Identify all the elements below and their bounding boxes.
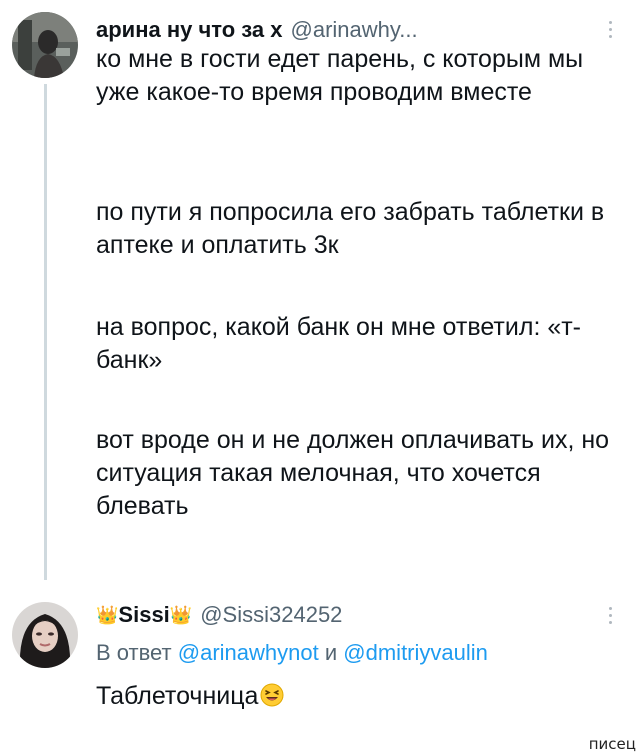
tweet-paragraph: по пути я попросила его забрать таблетки… <box>96 198 605 259</box>
tweet-header: арина ну что за х @arinawhy... <box>96 13 418 47</box>
avatar-photo <box>12 12 78 78</box>
tweet-paragraph: вот вроде он и не должен оплачивать их, … <box>96 426 610 520</box>
tweet-main: арина ну что за х @arinawhy... ко мне в … <box>0 0 640 590</box>
reply-header: 👑 Sissi 👑 @Sissi324252 <box>96 598 342 632</box>
author-avatar[interactable] <box>12 12 78 78</box>
reply-text-content: Таблеточница <box>96 682 259 710</box>
crown-icon: 👑 <box>169 604 193 625</box>
tweet-reply: 👑 Sissi 👑 @Sissi324252 В ответ @arinawhy… <box>0 590 640 755</box>
conjunction-text: и <box>324 640 338 665</box>
mention-link[interactable]: @dmitriyvaulin <box>343 640 488 665</box>
reply-author-handle[interactable]: @Sissi324252 <box>200 602 342 628</box>
thread-line <box>44 84 47 580</box>
watermark: писец <box>588 735 636 753</box>
mention-link[interactable]: @arinawhynot <box>178 640 319 665</box>
tweet-paragraph: на вопрос, какой банк он мне ответил: «т… <box>96 313 582 374</box>
more-options-icon[interactable] <box>602 600 618 630</box>
replying-to-label: В ответ <box>96 640 172 665</box>
reply-text: Таблеточница <box>96 680 616 713</box>
laughing-emoji-icon <box>260 683 284 707</box>
replying-to: В ответ @arinawhynot и @dmitriyvaulin <box>96 640 488 666</box>
reply-author-avatar[interactable] <box>12 602 78 668</box>
crown-icon: 👑 <box>96 604 119 625</box>
avatar-photo <box>12 602 78 668</box>
tweet-paragraph: ко мне в гости едет парень, с которым мы… <box>96 45 584 106</box>
author-name[interactable]: арина ну что за х <box>96 17 283 43</box>
reply-author-name[interactable]: Sissi <box>118 602 169 628</box>
author-handle[interactable]: @arinawhy... <box>291 17 418 43</box>
more-options-icon[interactable] <box>602 14 618 44</box>
